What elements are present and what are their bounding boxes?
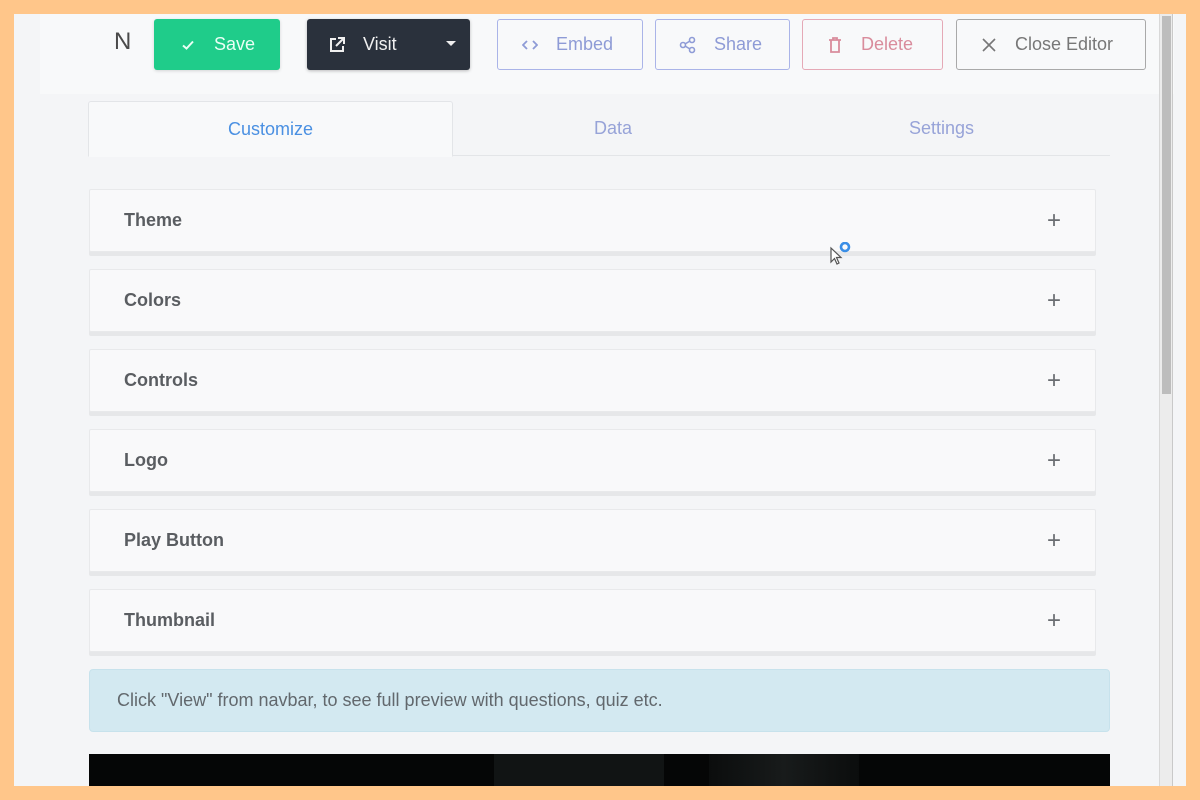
toolbar: N Save Visit Embed Share Delete Close Ed… [40,14,1174,94]
plus-icon[interactable]: + [1047,208,1061,233]
video-frame-detail [494,754,664,786]
close-editor-label: Close Editor [1015,34,1114,54]
embed-label: Embed [556,34,614,54]
info-alert: Click "View" from navbar, to see full pr… [89,669,1110,732]
check-icon [178,39,198,51]
panel-title: Thumbnail [124,610,215,630]
save-button[interactable]: Save [154,19,280,70]
save-label: Save [214,34,256,54]
panel-title: Play Button [124,530,225,550]
panel-theme[interactable]: Theme + [89,189,1096,252]
trash-icon [825,36,845,54]
video-preview[interactable] [89,754,1110,786]
scrollbar[interactable] [1159,14,1173,786]
tab-data[interactable]: Data [453,101,773,156]
panel-title: Colors [124,290,182,310]
close-editor-button[interactable]: Close Editor [956,19,1146,70]
share-button[interactable]: Share [655,19,790,70]
tab-settings[interactable]: Settings [773,101,1110,156]
plus-icon[interactable]: + [1047,368,1061,393]
panel-controls[interactable]: Controls + [89,349,1096,412]
delete-label: Delete [861,34,914,54]
share-label: Share [714,34,763,54]
scrollbar-thumb[interactable] [1162,16,1171,394]
plus-icon[interactable]: + [1047,288,1061,313]
visit-label: Visit [363,34,397,54]
video-frame-detail [709,754,859,786]
embed-button[interactable]: Embed [497,19,643,70]
plus-icon[interactable]: + [1047,608,1061,633]
close-icon [979,37,999,52]
delete-button[interactable]: Delete [802,19,943,70]
code-icon [520,39,540,51]
caret-down-icon[interactable] [446,41,456,46]
external-link-icon [327,36,347,54]
brand-logo: N [114,28,131,55]
panel-title: Theme [124,210,183,230]
plus-icon[interactable]: + [1047,448,1061,473]
plus-icon[interactable]: + [1047,528,1061,553]
info-alert-text: Click "View" from navbar, to see full pr… [117,690,663,710]
customize-panels: Theme + Colors + Controls + Logo + Play … [89,189,1096,669]
panel-title: Logo [124,450,168,470]
visit-button[interactable]: Visit [307,19,470,70]
share-icon [678,36,698,54]
panel-logo[interactable]: Logo + [89,429,1096,492]
panel-play-button[interactable]: Play Button + [89,509,1096,572]
panel-title: Controls [124,370,198,390]
editor-tabs: Customize Data Settings [88,101,1110,157]
tab-customize[interactable]: Customize [88,101,453,157]
panel-thumbnail[interactable]: Thumbnail + [89,589,1096,652]
editor-window: N Save Visit Embed Share Delete Close Ed… [14,14,1186,786]
panel-colors[interactable]: Colors + [89,269,1096,332]
